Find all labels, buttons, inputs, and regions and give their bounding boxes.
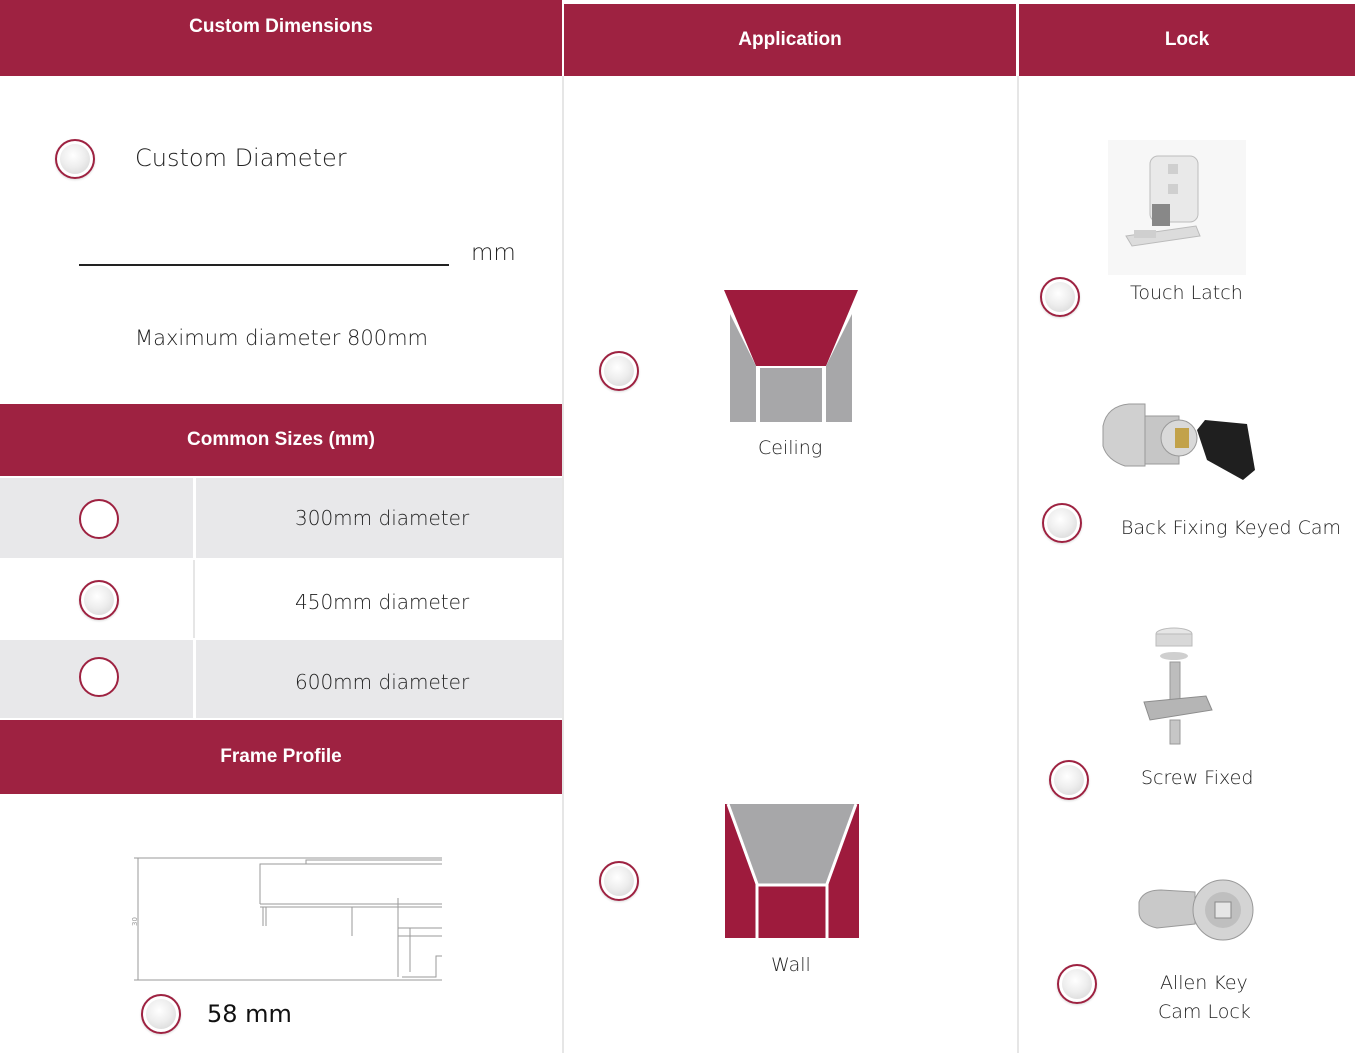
size-row-300[interactable]: 300mm diameter	[0, 478, 562, 558]
touch-latch-icon	[1108, 140, 1246, 275]
size-label-600: 600mm diameter	[295, 670, 470, 694]
application-title: Application	[738, 29, 842, 50]
wall-label: Wall	[771, 954, 811, 976]
keyed-cam-label: Back Fixing Keyed Cam	[1121, 517, 1342, 539]
column-divider	[562, 76, 564, 1053]
size-radio-300[interactable]	[79, 499, 119, 539]
ceiling-radio[interactable]	[599, 351, 639, 391]
max-diameter-note: Maximum diameter 800mm	[135, 326, 429, 350]
application-header: Application	[564, 4, 1016, 76]
column-divider	[1017, 76, 1019, 1053]
custom-dimensions-title: Custom Dimensions	[189, 16, 373, 37]
custom-diameter-radio[interactable]	[55, 139, 95, 179]
touch-latch-radio[interactable]	[1040, 277, 1080, 317]
frame-profile-title: Frame Profile	[220, 746, 342, 767]
common-sizes-title: Common Sizes (mm)	[187, 429, 375, 450]
size-radio-450[interactable]	[79, 580, 119, 620]
ceiling-label: Ceiling	[758, 437, 823, 459]
keyed-cam-radio[interactable]	[1042, 503, 1082, 543]
size-label-300: 300mm diameter	[295, 506, 470, 530]
screw-fixed-icon	[1143, 627, 1213, 745]
lock-title: Lock	[1164, 29, 1210, 50]
unit-label: mm	[471, 240, 516, 266]
wall-icon	[725, 803, 859, 938]
common-sizes-header: Common Sizes (mm)	[0, 404, 562, 476]
allen-key-label-line2: Cam Lock	[1158, 1001, 1251, 1023]
ceiling-icon	[724, 290, 858, 422]
touch-latch-label: Touch Latch	[1130, 282, 1243, 304]
size-row-450[interactable]: 450mm diameter	[0, 560, 562, 638]
custom-diameter-label: Custom Diameter	[135, 144, 347, 172]
size-radio-600[interactable]	[79, 657, 119, 697]
frame-profile-header: Frame Profile	[0, 720, 562, 794]
allen-key-radio[interactable]	[1057, 964, 1097, 1004]
frame-profile-drawing: 30	[131, 857, 442, 981]
screw-fixed-label: Screw Fixed	[1141, 767, 1254, 789]
diameter-input[interactable]	[79, 236, 449, 266]
frame-58mm-radio[interactable]	[141, 994, 181, 1034]
keyed-cam-lock-icon	[1102, 403, 1255, 480]
wall-radio[interactable]	[599, 861, 639, 901]
size-row-600[interactable]: 600mm diameter	[0, 640, 562, 718]
screw-fixed-radio[interactable]	[1049, 760, 1089, 800]
size-label-450: 450mm diameter	[295, 590, 470, 614]
custom-dimensions-header: Custom Dimensions	[0, 0, 562, 76]
allen-key-label-line1: Allen Key	[1160, 972, 1248, 994]
frame-58mm-label: 58 mm	[207, 1000, 292, 1028]
allen-key-cam-lock-icon	[1138, 879, 1254, 941]
lock-header: Lock	[1019, 4, 1355, 76]
frame-dimension-mark: 30	[131, 917, 139, 926]
